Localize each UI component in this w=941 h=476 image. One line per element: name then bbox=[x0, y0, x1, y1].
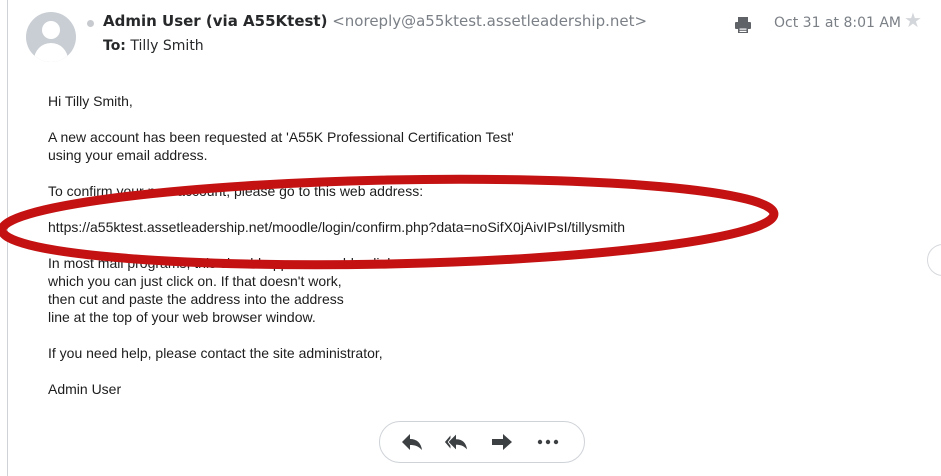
sender-email: <noreply@a55ktest.assetleadership.net> bbox=[332, 12, 648, 30]
message-pane-border bbox=[7, 0, 8, 476]
to-label: To: bbox=[103, 38, 126, 54]
para1-line1: A new account has been requested at 'A55… bbox=[48, 129, 514, 145]
message-actions-bar bbox=[379, 421, 585, 463]
confirm-link[interactable]: https://a55ktest.assetleadership.net/moo… bbox=[48, 218, 625, 236]
reply-all-icon bbox=[444, 434, 468, 450]
para3-line3: then cut and paste the address into the … bbox=[48, 291, 344, 307]
para1-line2: using your email address. bbox=[48, 147, 208, 163]
reply-all-button[interactable] bbox=[444, 431, 468, 453]
signature: Admin User bbox=[48, 381, 122, 397]
forward-icon bbox=[492, 434, 512, 450]
more-icon bbox=[537, 439, 559, 445]
avatar-body bbox=[34, 43, 68, 62]
para3-line4: line at the top of your web browser wind… bbox=[48, 309, 316, 325]
reply-button[interactable] bbox=[400, 431, 424, 453]
reply-icon bbox=[402, 434, 422, 450]
recipient-name[interactable]: Tilly Smith bbox=[130, 38, 203, 54]
forward-button[interactable] bbox=[490, 431, 514, 453]
para2: To confirm your new account, please go t… bbox=[48, 183, 424, 199]
annotation-overlay bbox=[0, 174, 779, 270]
para3-line2: which you can just click on. If that doe… bbox=[48, 273, 342, 289]
avatar-head bbox=[42, 21, 60, 39]
status-dot bbox=[87, 20, 94, 27]
from-line: Admin User (via A55Ktest) <noreply@a55kt… bbox=[103, 12, 647, 30]
para4: If you need help, please contact the sit… bbox=[48, 345, 383, 361]
star-icon[interactable]: ★ bbox=[904, 11, 922, 31]
more-button[interactable] bbox=[536, 431, 560, 453]
greeting: Hi Tilly Smith, bbox=[48, 93, 133, 109]
para3-line1: In most mail programs, this should appea… bbox=[48, 255, 395, 271]
sender-name[interactable]: Admin User (via A55Ktest) bbox=[103, 12, 327, 30]
to-line: To: Tilly Smith bbox=[103, 38, 204, 54]
printer-icon[interactable] bbox=[734, 16, 752, 34]
message-date: Oct 31 at 8:01 AM bbox=[774, 15, 901, 31]
side-scroll-button[interactable] bbox=[927, 244, 941, 276]
sender-avatar[interactable] bbox=[26, 12, 76, 62]
